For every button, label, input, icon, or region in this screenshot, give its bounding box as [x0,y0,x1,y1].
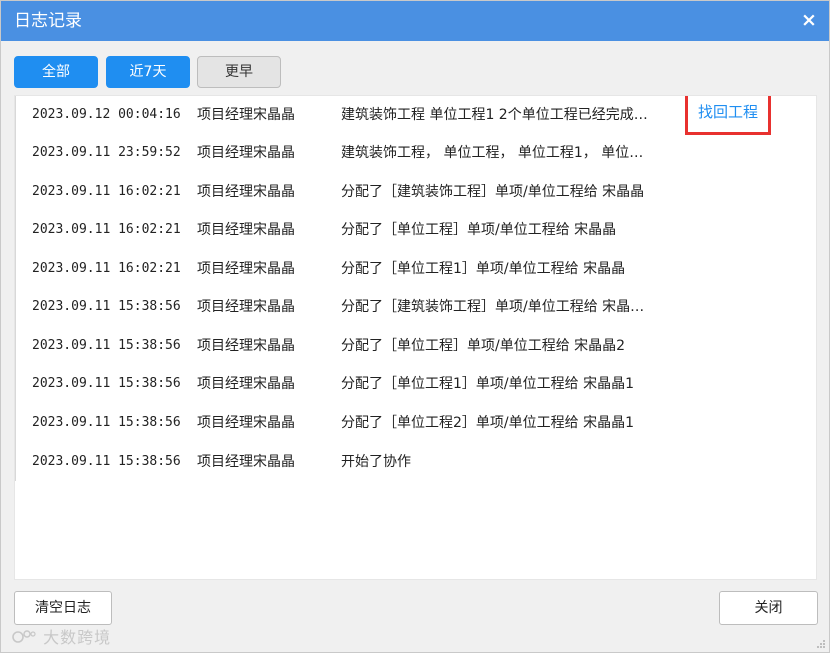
log-time: 2023.09.11 15:38:56 [32,338,181,353]
log-row: 2023.09.11 16:02:21 项目经理宋晶晶 分配了［单位工程1］单项… [16,250,816,288]
log-user: 项目经理宋晶晶 [197,338,295,354]
log-row: 2023.09.11 15:38:56 项目经理宋晶晶 分配了［单位工程1］单项… [16,365,816,403]
recover-project-link[interactable]: 找回工程 [685,96,771,135]
dialog-title: 日志记录 [14,11,82,31]
log-user: 项目经理宋晶晶 [197,261,295,277]
watermark-text: 大数跨境 [43,628,112,647]
resize-grip-icon[interactable] [816,639,826,649]
clear-log-button[interactable]: 清空日志 [14,591,112,625]
close-button[interactable]: 关闭 [719,591,818,625]
log-user: 项目经理宋晶晶 [197,415,295,431]
log-user: 项目经理宋晶晶 [197,184,295,200]
log-row: 2023.09.12 00:04:16 项目经理宋晶晶 建筑装饰工程 单位工程1… [16,96,816,135]
log-dialog: 日志记录 × 全部 近7天 更早 2023.09.12 00:04:16 项目经… [0,0,830,653]
log-row: 2023.09.11 23:59:52 项目经理宋晶晶 建筑装饰工程， 单位工程… [16,134,816,172]
log-user: 项目经理宋晶晶 [197,222,295,238]
log-action: 分配了［单位工程］单项/单位工程给 宋晶晶2 [341,338,626,354]
log-time: 2023.09.11 16:02:21 [32,222,181,237]
log-time: 2023.09.11 16:02:21 [32,261,181,276]
log-user: 项目经理宋晶晶 [197,454,295,470]
tab-recent-7-days[interactable]: 近7天 [106,56,190,88]
log-row: 2023.09.11 15:38:56 项目经理宋晶晶 开始了协作 [16,443,816,481]
log-time: 2023.09.11 15:38:56 [32,299,181,314]
close-icon[interactable]: × [797,7,821,33]
log-action: 开始了协作 [341,454,411,470]
log-time: 2023.09.11 16:02:21 [32,184,181,199]
log-action: 分配了［单位工程1］单项/单位工程给 宋晶晶 [341,261,626,277]
log-action: 建筑装饰工程 单位工程1 2个单位工程已经完成… [341,107,648,123]
tab-all[interactable]: 全部 [14,56,98,88]
log-row: 2023.09.11 15:38:56 项目经理宋晶晶 分配了［单位工程］单项/… [16,327,816,365]
watermark-logo-icon [12,630,36,643]
log-time: 2023.09.11 15:38:56 [32,415,181,430]
log-row: 2023.09.11 16:02:21 项目经理宋晶晶 分配了［单位工程］单项/… [16,211,816,249]
log-action: 分配了［建筑装饰工程］单项/单位工程给 宋晶… [341,299,645,315]
log-user: 项目经理宋晶晶 [197,376,295,392]
watermark: 大数跨境 [11,627,111,649]
log-time: 2023.09.11 23:59:52 [32,145,181,160]
log-list: 2023.09.12 00:04:16 项目经理宋晶晶 建筑装饰工程 单位工程1… [15,96,816,481]
log-action: 建筑装饰工程， 单位工程， 单位工程1， 单位… [341,145,644,161]
log-action: 分配了［单位工程2］单项/单位工程给 宋晶晶1 [341,415,634,431]
title-bar: 日志记录 × [1,1,829,41]
log-row: 2023.09.11 15:38:56 项目经理宋晶晶 分配了［单位工程2］单项… [16,404,816,442]
log-panel: 2023.09.12 00:04:16 项目经理宋晶晶 建筑装饰工程 单位工程1… [14,95,817,580]
log-time: 2023.09.11 15:38:56 [32,454,181,469]
log-action: 分配了［单位工程1］单项/单位工程给 宋晶晶1 [341,376,634,392]
tab-earlier[interactable]: 更早 [197,56,281,88]
log-action: 分配了［建筑装饰工程］单项/单位工程给 宋晶晶 [341,184,645,200]
log-user: 项目经理宋晶晶 [197,107,295,123]
log-row: 2023.09.11 15:38:56 项目经理宋晶晶 分配了［建筑装饰工程］单… [16,288,816,326]
log-time: 2023.09.11 15:38:56 [32,376,181,391]
log-row: 2023.09.11 16:02:21 项目经理宋晶晶 分配了［建筑装饰工程］单… [16,173,816,211]
log-user: 项目经理宋晶晶 [197,299,295,315]
log-action: 分配了［单位工程］单项/单位工程给 宋晶晶 [341,222,617,238]
log-user: 项目经理宋晶晶 [197,145,295,161]
log-time: 2023.09.12 00:04:16 [32,107,181,122]
